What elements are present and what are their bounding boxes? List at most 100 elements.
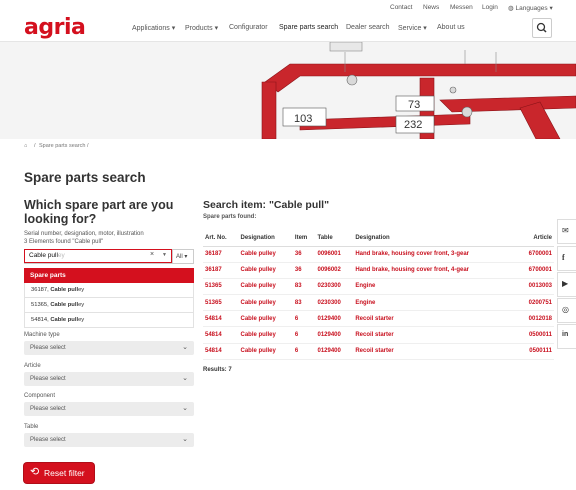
login-link[interactable]: Login: [482, 4, 498, 11]
cell-designation-2[interactable]: Recoil starter: [353, 343, 517, 360]
languages-menu[interactable]: ◍ Languages ▾: [508, 4, 553, 12]
cell-designation-2[interactable]: Hand brake, housing cover front, 3-gear: [353, 246, 517, 263]
cell-designation[interactable]: Cable pulley: [238, 262, 293, 279]
facebook-icon: f: [562, 253, 565, 262]
header-search-button[interactable]: [532, 18, 552, 38]
instagram-button[interactable]: ◎: [557, 298, 576, 323]
cell-item[interactable]: 36: [292, 262, 316, 279]
cell-article[interactable]: 0012018: [516, 310, 554, 328]
cell-designation[interactable]: Cable pulley: [238, 246, 293, 263]
table-row[interactable]: 54814 Cable pulley 6 0129400 Recoil starter 0…: [203, 310, 554, 328]
cell-item[interactable]: 36: [292, 246, 316, 263]
nav-service-label: Service: [398, 25, 422, 32]
table-row[interactable]: 54814 Cable pulley 6 0129400 Recoil starter 0…: [203, 326, 554, 344]
cell-article[interactable]: 0013003: [516, 278, 554, 296]
table-row[interactable]: 36187 Cable pulley 36 0096001 Hand brake, ho…: [203, 246, 554, 263]
cell-designation-2[interactable]: Recoil starter: [353, 326, 517, 344]
cell-item[interactable]: 6: [292, 343, 316, 360]
nav-applications[interactable]: Applications ▾: [132, 24, 175, 32]
suggestion-match: Cable pull: [50, 317, 79, 323]
component-select[interactable]: Please select ⌄: [24, 402, 194, 416]
table-row[interactable]: 51365 Cable pulley 83 0230300 Engine 0200751: [203, 294, 554, 312]
suggestion-item[interactable]: 51365, Cable pulley: [24, 298, 194, 313]
cell-article[interactable]: 6700001: [516, 262, 554, 279]
callout-103: 103: [294, 113, 313, 125]
nav-about-us[interactable]: About us: [437, 24, 465, 31]
cell-art-no[interactable]: 51365: [203, 294, 239, 312]
suggestion-rest: ey: [78, 317, 85, 323]
machine-type-select[interactable]: Please select ⌄: [24, 341, 194, 355]
col-art-no[interactable]: Art. No.: [203, 230, 239, 247]
breadcrumb-current[interactable]: Spare parts search: [39, 143, 85, 149]
cell-art-no[interactable]: 36187: [203, 262, 239, 279]
youtube-button[interactable]: ▶: [557, 272, 576, 297]
reset-icon: ⟲: [30, 466, 40, 478]
nav-configurator[interactable]: Configurator: [229, 24, 268, 31]
category-select[interactable]: All ▾: [172, 249, 194, 264]
cell-item[interactable]: 83: [292, 278, 316, 296]
cell-art-no[interactable]: 36187: [203, 246, 239, 263]
caret-down-icon: ▾: [184, 254, 188, 260]
agria-logo[interactable]: agria: [24, 16, 86, 40]
cell-item[interactable]: 6: [292, 326, 316, 344]
cell-item[interactable]: 83: [292, 294, 316, 312]
cell-art-no[interactable]: 51365: [203, 278, 239, 296]
cell-designation[interactable]: Cable pulley: [238, 310, 293, 328]
cell-designation-2[interactable]: Hand brake, housing cover front, 4-gear: [353, 262, 517, 279]
nav-products[interactable]: Products ▾: [185, 24, 218, 32]
table-row[interactable]: 51365 Cable pulley 83 0230300 Engine 0013003: [203, 278, 554, 296]
cell-art-no[interactable]: 54814: [203, 326, 239, 344]
home-icon[interactable]: ⌂: [24, 143, 27, 149]
chevron-down-icon[interactable]: ▼: [162, 252, 167, 258]
suggestion-item[interactable]: 36187, Cable pulley: [24, 283, 194, 298]
facebook-button[interactable]: f: [557, 246, 576, 271]
col-designation-2[interactable]: Designation: [353, 230, 517, 247]
table-row[interactable]: 36187 Cable pulley 36 0096002 Hand brake, ho…: [203, 262, 554, 279]
nav-spare-parts-search[interactable]: Spare parts search: [279, 24, 338, 31]
cell-article[interactable]: 0500011: [516, 326, 554, 344]
cell-table[interactable]: 0096002: [315, 262, 354, 279]
youtube-icon: ▶: [562, 279, 569, 288]
cell-designation[interactable]: Cable pulley: [238, 294, 293, 312]
breadcrumb-separator: /: [34, 143, 36, 149]
cell-table[interactable]: 0230300: [315, 294, 354, 312]
nav-service[interactable]: Service ▾: [398, 24, 427, 32]
cell-table[interactable]: 0129400: [315, 343, 354, 360]
nav-dealer-search[interactable]: Dealer search: [346, 24, 390, 31]
linkedin-button[interactable]: in: [557, 324, 576, 349]
cell-article[interactable]: 0500111: [516, 343, 554, 360]
cell-designation[interactable]: Cable pulley: [238, 343, 293, 360]
clear-search-icon[interactable]: ×: [150, 251, 154, 258]
contact-link[interactable]: Contact: [390, 4, 412, 11]
messen-link[interactable]: Messen: [450, 4, 473, 11]
cell-table[interactable]: 0096001: [315, 246, 354, 263]
cell-art-no[interactable]: 54814: [203, 343, 239, 360]
cell-designation[interactable]: Cable pulley: [238, 278, 293, 296]
col-designation[interactable]: Designation: [238, 230, 293, 247]
suggestion-item[interactable]: 54814, Cable pulley: [24, 313, 194, 328]
table-select[interactable]: Please select ⌄: [24, 433, 194, 447]
suggestion-number: 54814,: [31, 317, 49, 323]
cell-table[interactable]: 0129400: [315, 326, 354, 344]
cell-art-no[interactable]: 54814: [203, 310, 239, 328]
suggestion-number: 36187,: [31, 287, 49, 293]
cell-article[interactable]: 0200751: [516, 294, 554, 312]
col-item[interactable]: Item: [292, 230, 316, 247]
select-placeholder: Please select: [30, 406, 66, 412]
select-placeholder: Please select: [30, 376, 66, 382]
table-row[interactable]: 54814 Cable pulley 6 0129400 Recoil starter 0…: [203, 343, 554, 360]
cell-table[interactable]: 0129400: [315, 310, 354, 328]
cell-designation-2[interactable]: Engine: [353, 278, 517, 296]
news-link[interactable]: News: [423, 4, 439, 11]
cell-item[interactable]: 6: [292, 310, 316, 328]
cell-designation-2[interactable]: Recoil starter: [353, 310, 517, 328]
cell-designation-2[interactable]: Engine: [353, 294, 517, 312]
mail-button[interactable]: ✉: [557, 219, 576, 244]
article-select[interactable]: Please select ⌄: [24, 372, 194, 386]
suggestions-header: Spare parts: [24, 268, 194, 283]
col-table[interactable]: Table: [315, 230, 354, 247]
col-article[interactable]: Article: [516, 230, 554, 247]
cell-article[interactable]: 6700001: [516, 246, 554, 263]
cell-designation[interactable]: Cable pulley: [238, 326, 293, 344]
cell-table[interactable]: 0230300: [315, 278, 354, 296]
